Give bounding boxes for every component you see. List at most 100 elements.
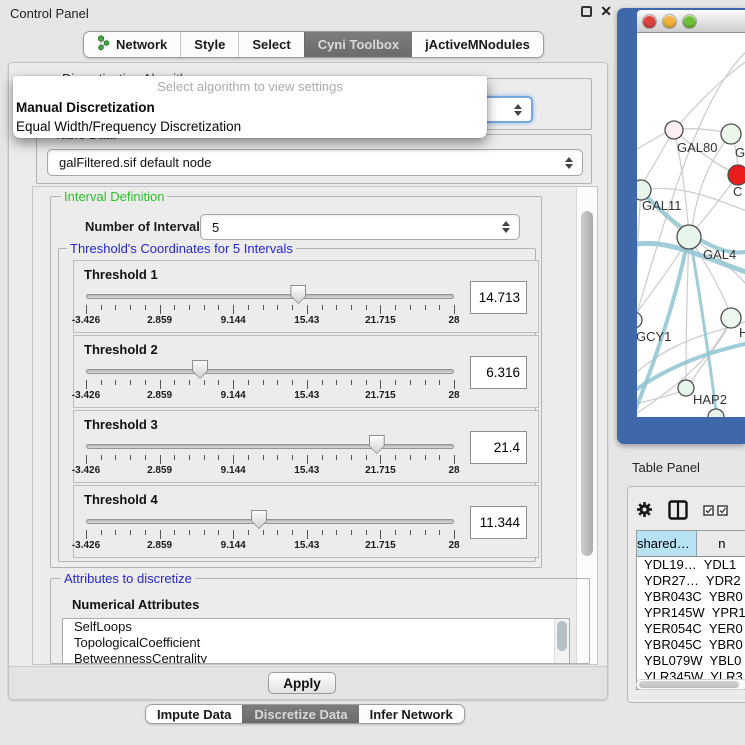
tab-label: Discretize Data: [254, 707, 347, 722]
horizontal-scrollbar[interactable]: [636, 679, 745, 690]
slider-track[interactable]: [86, 294, 454, 299]
slider-track[interactable]: [86, 369, 454, 374]
column-header-shared-name[interactable]: shared…: [637, 531, 697, 556]
network-node-hap2[interactable]: [678, 380, 694, 396]
minimize-traffic-light[interactable]: [663, 15, 676, 28]
tick-label: 2.859: [147, 465, 172, 476]
checkbox-icon[interactable]: [703, 504, 714, 519]
table-row[interactable]: YDL19…YDL1: [637, 557, 745, 573]
float-icon[interactable]: [581, 6, 592, 17]
scrollbar-thumb[interactable]: [581, 211, 593, 556]
checkbox-icon[interactable]: [717, 504, 728, 519]
cell-name[interactable]: YBR0: [702, 589, 745, 605]
cell-name[interactable]: YDR2: [699, 573, 745, 589]
cell-shared-name[interactable]: YDL19…: [637, 557, 697, 573]
dropdown-option-equal-width-frequency-discretization[interactable]: Equal Width/Frequency Discretization: [13, 117, 487, 136]
cell-name[interactable]: YPR1: [705, 605, 745, 621]
tab-style[interactable]: Style: [180, 32, 238, 57]
column-header-name[interactable]: n: [697, 531, 745, 556]
node-attribute-table[interactable]: shared… n YDL19…YDL1YDR27…YDR2YBR043CYBR…: [636, 530, 745, 690]
attribute-item-betweennesscentrality[interactable]: BetweennessCentrality: [63, 651, 569, 664]
cell-name[interactable]: YBR0: [702, 637, 745, 653]
network-edge-highlighted[interactable]: [691, 243, 717, 417]
tick-label: 2.859: [147, 390, 172, 401]
threshold-label: Threshold 2: [84, 342, 158, 357]
network-edge[interactable]: [674, 61, 745, 130]
threshold-value-field[interactable]: 21.4: [470, 431, 527, 464]
table-row[interactable]: YDR27…YDR2: [637, 573, 745, 589]
tick-label: 21.715: [365, 540, 396, 551]
tick-label: 21.715: [365, 315, 396, 326]
cell-shared-name[interactable]: YBR043C: [637, 589, 702, 605]
network-node-gcy1[interactable]: [637, 312, 642, 328]
tick-label: -3.426: [72, 465, 100, 476]
zoom-traffic-light[interactable]: [683, 15, 696, 28]
attribute-item-selfloops[interactable]: SelfLoops: [63, 619, 569, 635]
slider-thumb[interactable]: [290, 285, 306, 304]
attribute-item-topologicalcoefficient[interactable]: TopologicalCoefficient: [63, 635, 569, 651]
close-traffic-light[interactable]: [643, 15, 656, 28]
slider-track[interactable]: [86, 519, 454, 524]
table-row[interactable]: YER054CYER0: [637, 621, 745, 637]
num-intervals-combobox[interactable]: 5: [200, 214, 520, 240]
table-row[interactable]: YBR043CYBR0: [637, 589, 745, 605]
num-intervals-label: Number of Intervals: [85, 219, 207, 234]
network-edge[interactable]: [637, 190, 641, 313]
tab-label: Select: [252, 37, 290, 52]
slider-track[interactable]: [86, 444, 454, 449]
network-node-gal80[interactable]: [665, 121, 683, 139]
network-icon: [97, 35, 111, 54]
apply-button[interactable]: Apply: [268, 672, 336, 694]
cell-name[interactable]: YER0: [702, 621, 745, 637]
cell-shared-name[interactable]: YPR145W: [637, 605, 705, 621]
cell-name[interactable]: YDL1: [697, 557, 745, 573]
cell-name[interactable]: YBL0: [703, 653, 745, 669]
threshold-value-field[interactable]: 6.316: [470, 356, 527, 389]
network-node-gal4[interactable]: [677, 225, 701, 249]
num-intervals-value: 5: [212, 220, 219, 235]
list-scrollbar[interactable]: [554, 619, 569, 663]
numerical-attributes-list[interactable]: SelfLoopsTopologicalCoefficientBetweenne…: [62, 618, 570, 664]
bottom-tab-discretize-data[interactable]: Discretize Data: [242, 705, 358, 723]
bottom-tab-impute-data[interactable]: Impute Data: [146, 705, 242, 723]
slider-thumb[interactable]: [251, 510, 267, 529]
threshold-value-field[interactable]: 14.713: [470, 281, 527, 314]
tab-jactivemnodules[interactable]: jActiveMNodules: [412, 32, 543, 57]
gear-icon[interactable]: [636, 501, 653, 521]
cell-shared-name[interactable]: YBL079W: [637, 653, 703, 669]
columns-icon[interactable]: [668, 500, 688, 523]
tick-label: 2.859: [147, 315, 172, 326]
network-node-c[interactable]: [728, 165, 745, 185]
table-data-combobox[interactable]: galFiltered.sif default node: [47, 149, 583, 176]
table-row[interactable]: YBR045CYBR0: [637, 637, 745, 653]
table-panel-title: Table Panel: [632, 460, 700, 475]
tick-label: 9.144: [221, 465, 246, 476]
tab-network[interactable]: Network: [84, 32, 180, 57]
slider-thumb[interactable]: [192, 360, 208, 379]
scrollbar-thumb[interactable]: [557, 621, 567, 651]
combo-spinner-icon: [565, 157, 573, 169]
table-row[interactable]: YPR145WYPR1: [637, 605, 745, 621]
control-panel-tabs: NetworkStyle Select Cyni ToolboxjActiveMNo…: [83, 31, 544, 58]
cell-shared-name[interactable]: YDR27…: [637, 573, 699, 589]
cell-shared-name[interactable]: YER054C: [637, 621, 702, 637]
network-canvas[interactable]: GAL80GACGAL11GAL4GCY1HHAP2: [637, 33, 745, 417]
close-icon[interactable]: ✕: [600, 6, 612, 17]
slider-thumb[interactable]: [369, 435, 385, 454]
network-node-h[interactable]: [721, 308, 741, 328]
network-node-gal11[interactable]: [637, 180, 651, 200]
threshold-value-field[interactable]: 11.344: [470, 506, 527, 539]
scrollbar-thumb[interactable]: [639, 681, 739, 688]
tick-label: 9.144: [221, 315, 246, 326]
network-node-ga[interactable]: [721, 124, 741, 144]
tick-label: 21.715: [365, 465, 396, 476]
cell-shared-name[interactable]: YBR045C: [637, 637, 702, 653]
network-node[interactable]: [708, 409, 724, 417]
bottom-tab-infer-network[interactable]: Infer Network: [359, 705, 464, 723]
network-window-titlebar[interactable]: [637, 10, 745, 33]
tab-select[interactable]: Select: [238, 32, 303, 57]
dropdown-option-manual-discretization[interactable]: Manual Discretization: [13, 98, 487, 117]
node-label: GAL4: [703, 247, 736, 262]
tab-cyni-toolbox[interactable]: Cyni Toolbox: [304, 32, 412, 57]
table-row[interactable]: YBL079WYBL0: [637, 653, 745, 669]
